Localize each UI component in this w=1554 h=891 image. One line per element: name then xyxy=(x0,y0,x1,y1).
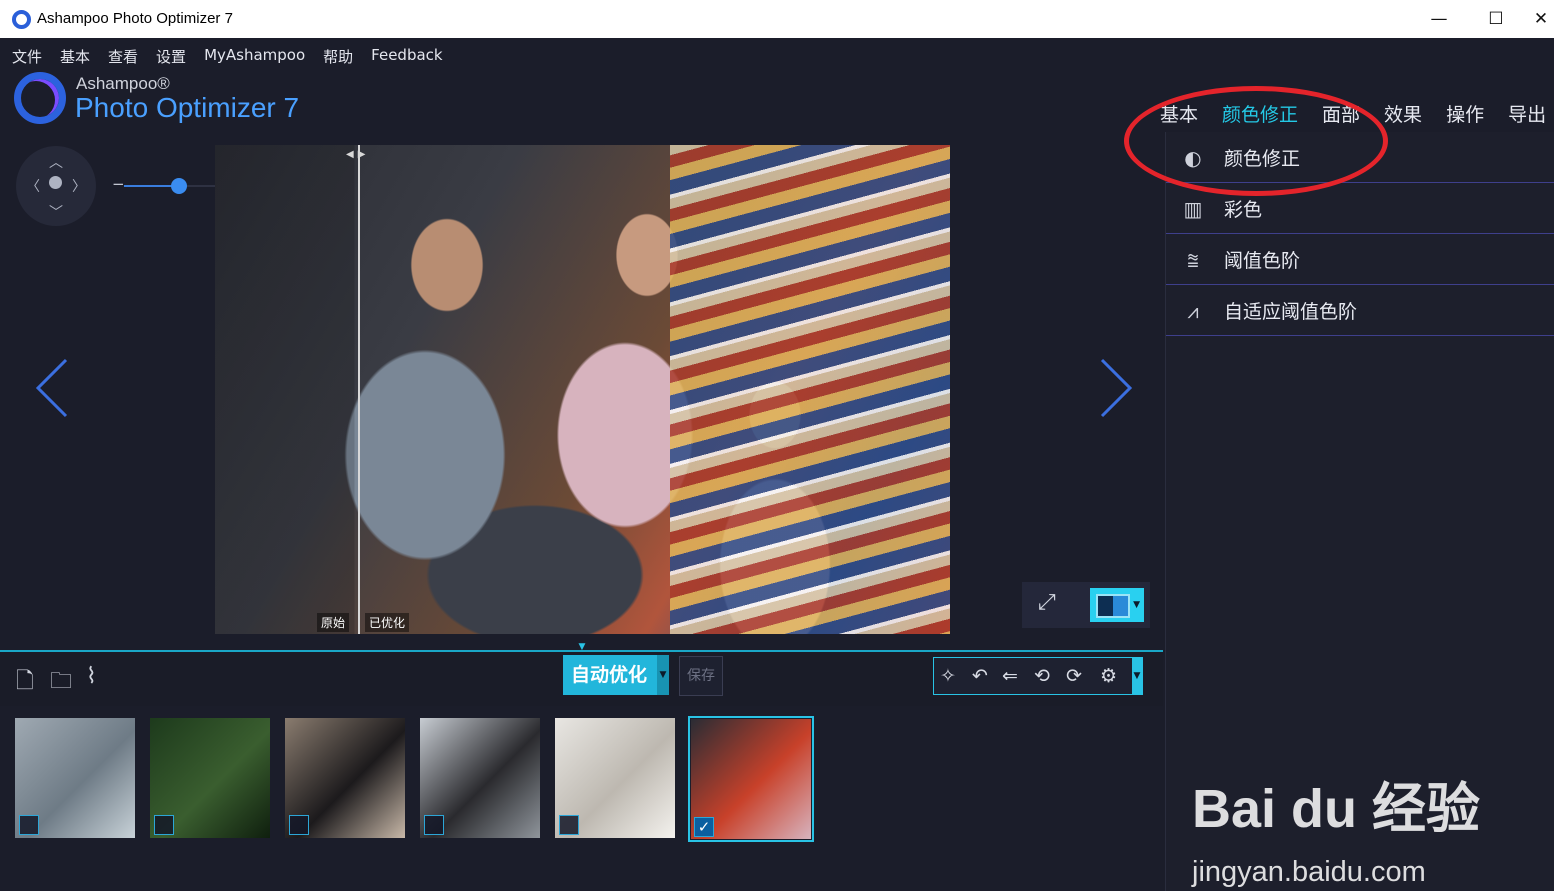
menu-bar: 文件 基本 查看 设置 MyAshampoo 帮助 Feedback xyxy=(12,46,461,66)
thumbnail-checkbox[interactable] xyxy=(424,815,444,835)
window-title: Ashampoo Photo Optimizer 7 xyxy=(37,10,233,27)
menu-myashampoo[interactable]: MyAshampoo xyxy=(204,46,305,66)
photo-preview[interactable]: ◀▶ 原始 已优化 xyxy=(215,145,950,634)
logo-ring-icon xyxy=(14,72,66,124)
add-file-icon[interactable]: 🗋 xyxy=(16,664,34,702)
chevron-down-icon[interactable]: ▼ xyxy=(657,655,669,695)
compare-mode-button[interactable]: ▼ xyxy=(1090,588,1144,622)
panel-item-threshold-levels[interactable]: ⩰ 阈值色阶 xyxy=(1166,234,1554,285)
logo-brand: Ashampoo® xyxy=(76,74,170,93)
thumbnail[interactable] xyxy=(285,718,405,838)
pan-down-icon[interactable]: ﹀ xyxy=(49,202,63,222)
auto-optimize-button[interactable]: 自动优化 ▼ xyxy=(563,655,669,695)
minimize-button[interactable]: — xyxy=(1416,4,1462,34)
original-label: 原始 xyxy=(317,613,350,632)
thumbnail[interactable] xyxy=(150,718,270,838)
next-image-icon[interactable] xyxy=(1094,356,1134,420)
thumbnail-checkbox[interactable] xyxy=(559,815,579,835)
thumbnail[interactable] xyxy=(420,718,540,838)
watermark-url: jingyan.baidu.com xyxy=(1192,856,1426,888)
rotate-left-icon[interactable]: ⟲ xyxy=(1034,665,1050,687)
thumbnail[interactable] xyxy=(555,718,675,838)
optimized-label: 已优化 xyxy=(365,613,410,632)
thumbnail-checkbox[interactable]: ✓ xyxy=(694,817,714,837)
app-icon xyxy=(12,10,31,29)
title-bar: Ashampoo Photo Optimizer 7 — ☐ ✕ xyxy=(0,0,1554,38)
view-controls: ⤢ ▼ xyxy=(1022,582,1150,628)
compare-divider[interactable] xyxy=(358,145,360,634)
menu-feedback[interactable]: Feedback xyxy=(371,46,442,66)
menu-settings[interactable]: 设置 xyxy=(156,46,186,66)
undo-all-icon[interactable]: ⇐ xyxy=(1002,665,1018,687)
pan-right-icon[interactable]: 〉 xyxy=(72,176,86,196)
panel-item-adaptive-levels[interactable]: ⩘ 自适应阈值色阶 xyxy=(1166,285,1554,336)
menu-file[interactable]: 文件 xyxy=(12,46,42,66)
edit-tools-group: ✧ ↶ ⇐ ⟲ ⟳ ⚙ ▼ xyxy=(933,657,1143,695)
thumbnail-checkbox[interactable] xyxy=(19,815,39,835)
previous-image-icon[interactable] xyxy=(34,356,74,420)
panel-item-label: 自适应阈值色阶 xyxy=(1224,301,1358,323)
zoom-knob[interactable] xyxy=(171,178,188,194)
adaptive-levels-icon: ⩘ xyxy=(1187,299,1199,323)
pan-up-icon[interactable]: ︿ xyxy=(49,152,63,172)
undo-icon[interactable]: ↶ xyxy=(972,665,988,687)
tab-export[interactable]: 导出 xyxy=(1508,100,1546,135)
thumbnail-checkbox[interactable] xyxy=(154,815,174,835)
pan-navigator[interactable]: ︿ ﹀ 〈 〉 xyxy=(16,146,96,226)
logo-product: Photo Optimizer 7 xyxy=(75,92,300,123)
menu-basic[interactable]: 基本 xyxy=(60,46,90,66)
auto-optimize-label: 自动优化 xyxy=(571,664,648,686)
split-view-icon xyxy=(1096,594,1130,618)
divider-handle-icon[interactable]: ◀▶ xyxy=(346,149,369,160)
chevron-down-icon[interactable]: ▼ xyxy=(1132,658,1142,694)
fullscreen-icon[interactable]: ⤢ xyxy=(1038,590,1056,615)
bottom-toolbar: 🗋 🗀 ⌇ 自动优化 ▼ 保存 ✧ ↶ ⇐ ⟲ ⟳ ⚙ ▼ xyxy=(0,652,1163,706)
watermark-brand: Bai du 经验 xyxy=(1192,779,1481,839)
annotation-ellipse xyxy=(1124,86,1388,196)
app-area: 文件 基本 查看 设置 MyAshampoo 帮助 Feedback Asham… xyxy=(0,38,1554,891)
save-button[interactable]: 保存 xyxy=(679,656,723,696)
thumbnail-checkbox[interactable] xyxy=(289,815,309,835)
color-paint-icon: ▥ xyxy=(1183,197,1203,221)
filmstrip: ✓ xyxy=(0,706,1163,891)
thumbnail[interactable]: ✓ xyxy=(688,716,814,842)
maximize-button[interactable]: ☐ xyxy=(1473,4,1519,34)
panel-item-label: 彩色 xyxy=(1224,199,1263,221)
photo-shelf-region xyxy=(670,145,950,634)
pan-center-icon[interactable] xyxy=(49,176,62,189)
tab-operations[interactable]: 操作 xyxy=(1446,100,1484,135)
rotate-right-icon[interactable]: ⟳ xyxy=(1066,665,1082,687)
collapse-chevron-icon[interactable]: ▼ xyxy=(571,642,593,652)
magic-stars-icon[interactable]: ✧ xyxy=(940,665,956,687)
close-button[interactable]: ✕ xyxy=(1528,4,1554,34)
zoom-out-icon[interactable]: − xyxy=(112,175,125,193)
chevron-down-icon[interactable]: ▼ xyxy=(1133,600,1140,610)
panel-item-label: 阈值色阶 xyxy=(1224,250,1301,272)
add-folder-icon[interactable]: 🗀 xyxy=(50,664,72,702)
menu-view[interactable]: 查看 xyxy=(108,46,138,66)
levels-chart-icon: ⩰ xyxy=(1187,248,1199,272)
tab-effects[interactable]: 效果 xyxy=(1384,100,1422,135)
clear-broom-icon[interactable]: ⌇ xyxy=(86,664,97,689)
settings-gear-icon[interactable]: ⚙ xyxy=(1100,665,1117,687)
thumbnail[interactable] xyxy=(15,718,135,838)
menu-help[interactable]: 帮助 xyxy=(323,46,353,66)
pan-left-icon[interactable]: 〈 xyxy=(26,176,40,196)
